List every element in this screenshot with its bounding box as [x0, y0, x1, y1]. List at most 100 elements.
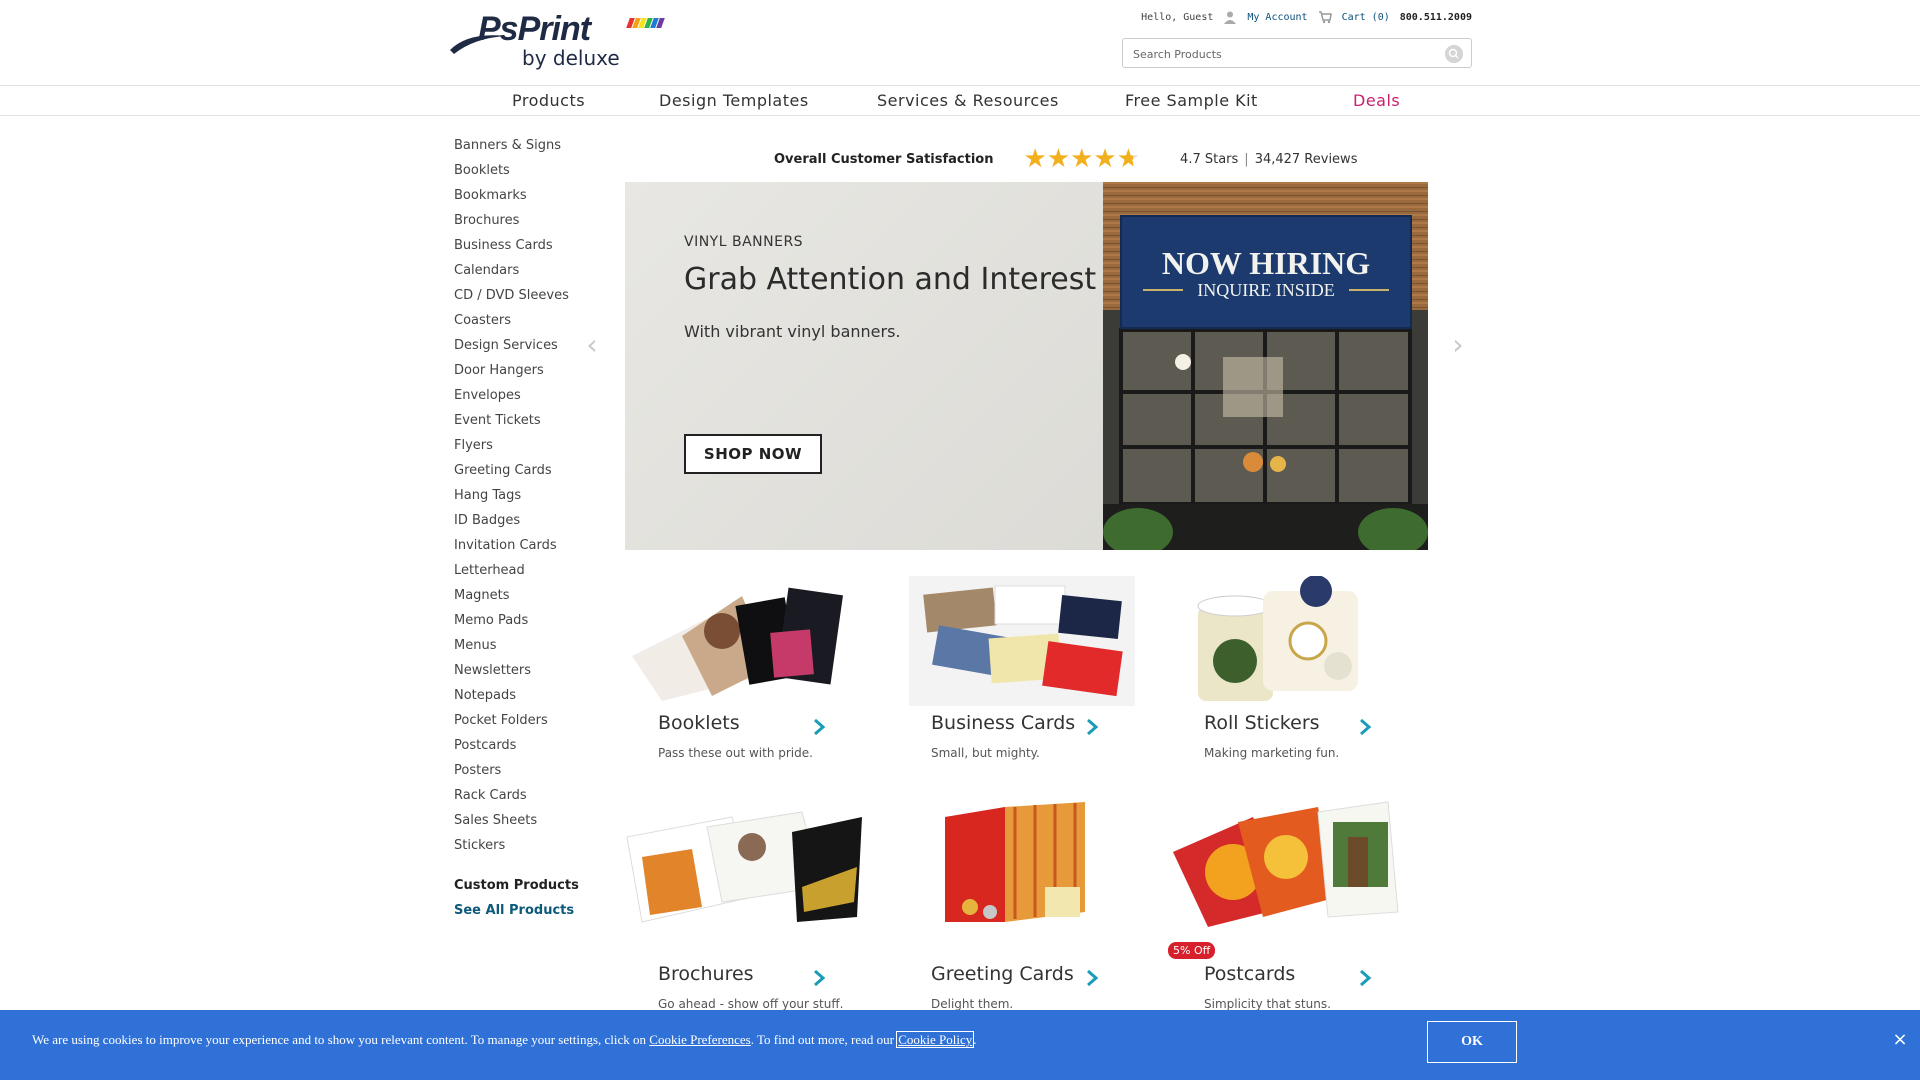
sidebar-item[interactable]: Magnets: [454, 586, 604, 611]
chevron-right-icon[interactable]: [810, 716, 828, 738]
nav-free-sample-kit[interactable]: Free Sample Kit: [1125, 91, 1258, 110]
sidebar-item[interactable]: Stickers: [454, 836, 604, 861]
nav-deals[interactable]: Deals: [1353, 91, 1400, 110]
cart-icon: [1318, 11, 1332, 24]
sidebar-item[interactable]: Menus: [454, 636, 604, 661]
product-card-postcards[interactable]: Postcards Simplicity that stuns.: [1168, 801, 1408, 1037]
sidebar-see-all-products[interactable]: See All Products: [454, 901, 604, 926]
rating-reviews-link[interactable]: 34,427 Reviews: [1255, 152, 1358, 167]
product-name[interactable]: Booklets: [658, 712, 740, 734]
sidebar-item[interactable]: Postcards: [454, 736, 604, 761]
nav-design-templates[interactable]: Design Templates: [659, 91, 809, 110]
sidebar-item[interactable]: Banners & Signs: [454, 136, 604, 161]
product-card-roll-stickers[interactable]: Roll Stickers Making marketing fun.: [1168, 576, 1408, 786]
product-desc: Delight them.: [931, 997, 1014, 1011]
search-box: [1122, 38, 1472, 68]
logo-subtitle: by deluxe: [522, 46, 620, 70]
psprint-logo[interactable]: PsPrint by deluxe: [448, 10, 665, 72]
chevron-right-icon[interactable]: ›: [1448, 330, 1468, 360]
chevron-right-icon[interactable]: [1083, 716, 1101, 738]
sidebar-item[interactable]: Calendars: [454, 261, 604, 286]
cookie-ok-button[interactable]: OK: [1427, 1021, 1517, 1063]
product-card-business-cards[interactable]: Business Cards Small, but mighty.: [895, 576, 1135, 786]
category-sidebar: Banners & Signs Booklets Bookmarks Broch…: [454, 136, 604, 926]
sidebar-item[interactable]: Brochures: [454, 211, 604, 236]
rating-label: Overall Customer Satisfaction: [774, 151, 994, 167]
star-icon: ★: [1093, 144, 1117, 174]
sidebar-item[interactable]: Newsletters: [454, 661, 604, 686]
product-name[interactable]: Brochures: [658, 963, 754, 985]
booklets-thumbnail: [632, 587, 843, 701]
sidebar-item[interactable]: Greeting Cards: [454, 461, 604, 486]
greeting-text: Hello, Guest: [1141, 11, 1214, 23]
sidebar-item[interactable]: Notepads: [454, 686, 604, 711]
brochures-thumbnail: [626, 811, 862, 923]
sidebar-item[interactable]: Hang Tags: [454, 486, 604, 511]
sidebar-item[interactable]: Letterhead: [454, 561, 604, 586]
cookie-policy-link[interactable]: Cookie Policy: [896, 1031, 975, 1048]
sidebar-item[interactable]: CD / DVD Sleeves: [454, 286, 604, 311]
phone-number[interactable]: 800.511.2009: [1400, 12, 1472, 23]
product-desc: Making marketing fun.: [1204, 746, 1340, 760]
chevron-right-icon[interactable]: [1356, 967, 1374, 989]
main-nav: Products Design Templates Services & Res…: [0, 86, 1920, 116]
my-account-link[interactable]: My Account: [1247, 12, 1307, 23]
sidebar-item[interactable]: Memo Pads: [454, 611, 604, 636]
sidebar-item[interactable]: Booklets: [454, 161, 604, 186]
nav-services-resources[interactable]: Services & Resources: [877, 91, 1059, 110]
sidebar-item[interactable]: Posters: [454, 761, 604, 786]
sidebar-item[interactable]: Flyers: [454, 436, 604, 461]
search-icon[interactable]: [1445, 45, 1463, 63]
product-card-booklets[interactable]: Booklets Pass these out with pride.: [622, 576, 862, 786]
product-name[interactable]: Greeting Cards: [931, 963, 1074, 985]
cookie-message: We are using cookies to improve your exp…: [32, 1031, 977, 1048]
hero-carousel-slide: VINYL BANNERS Grab Attention and Interes…: [625, 182, 1428, 550]
star-icon: ★: [1046, 144, 1071, 174]
rating-stars-text: 4.7 Stars: [1180, 151, 1239, 167]
sidebar-item[interactable]: Bookmarks: [454, 186, 604, 211]
product-name[interactable]: Roll Stickers: [1204, 712, 1320, 734]
shop-now-button[interactable]: SHOP NOW: [684, 434, 822, 474]
postcards-thumbnail: [1173, 801, 1399, 927]
product-desc: Small, but mighty.: [931, 746, 1040, 760]
utility-bar: Hello, Guest My Account Cart (0) 800.511…: [1141, 10, 1472, 24]
chevron-left-icon[interactable]: ‹: [582, 330, 602, 360]
sidebar-item[interactable]: ID Badges: [454, 511, 604, 536]
sidebar-item[interactable]: Door Hangers: [454, 361, 604, 386]
sidebar-item[interactable]: Event Tickets: [454, 411, 604, 436]
sidebar-item[interactable]: Rack Cards: [454, 786, 604, 811]
chevron-right-icon[interactable]: [810, 967, 828, 989]
banner-line-2: INQUIRE INSIDE: [1197, 280, 1334, 300]
product-name[interactable]: Postcards: [1204, 963, 1295, 985]
banner-line-1: NOW HIRING: [1162, 245, 1370, 281]
chevron-right-icon[interactable]: [1083, 967, 1101, 989]
chevron-right-icon[interactable]: [1356, 716, 1374, 738]
cookie-text-middle: . To find out more, read our: [750, 1032, 898, 1047]
sidebar-item[interactable]: Sales Sheets: [454, 811, 604, 836]
sidebar-item[interactable]: Invitation Cards: [454, 536, 604, 561]
cookie-text-before: We are using cookies to improve your exp…: [32, 1032, 650, 1047]
star-rating-icon: ★ ★ ★ ★ ★: [1023, 146, 1140, 172]
cart-link[interactable]: Cart (0): [1342, 12, 1390, 23]
product-desc: Pass these out with pride.: [658, 746, 813, 760]
cookie-text-after: .: [973, 1032, 977, 1047]
sidebar-custom-products[interactable]: Custom Products: [454, 876, 604, 901]
sidebar-item[interactable]: Pocket Folders: [454, 711, 604, 736]
cookie-preferences-link[interactable]: Cookie Preferences: [649, 1032, 750, 1047]
product-card-brochures[interactable]: Brochures Go ahead - show off your stuff…: [622, 811, 862, 1037]
nav-products[interactable]: Products: [512, 91, 585, 110]
logo-color-bars: [626, 18, 665, 28]
star-icon: ★: [1070, 144, 1094, 174]
sidebar-item[interactable]: Business Cards: [454, 236, 604, 261]
sidebar-item[interactable]: Envelopes: [454, 386, 604, 411]
star-icon: ★: [1023, 144, 1047, 174]
product-card-greeting-cards[interactable]: Greeting Cards Delight them.: [895, 802, 1135, 1037]
roll-stickers-thumbnail: [1197, 576, 1358, 701]
star-half-icon: ★: [1116, 144, 1141, 174]
hero-eyebrow: VINYL BANNERS: [684, 234, 804, 250]
user-icon: [1224, 11, 1237, 24]
search-input[interactable]: [1133, 45, 1433, 63]
product-desc: Simplicity that stuns.: [1204, 997, 1331, 1011]
close-icon[interactable]: ×: [1890, 1030, 1910, 1050]
product-name[interactable]: Business Cards: [931, 712, 1075, 734]
